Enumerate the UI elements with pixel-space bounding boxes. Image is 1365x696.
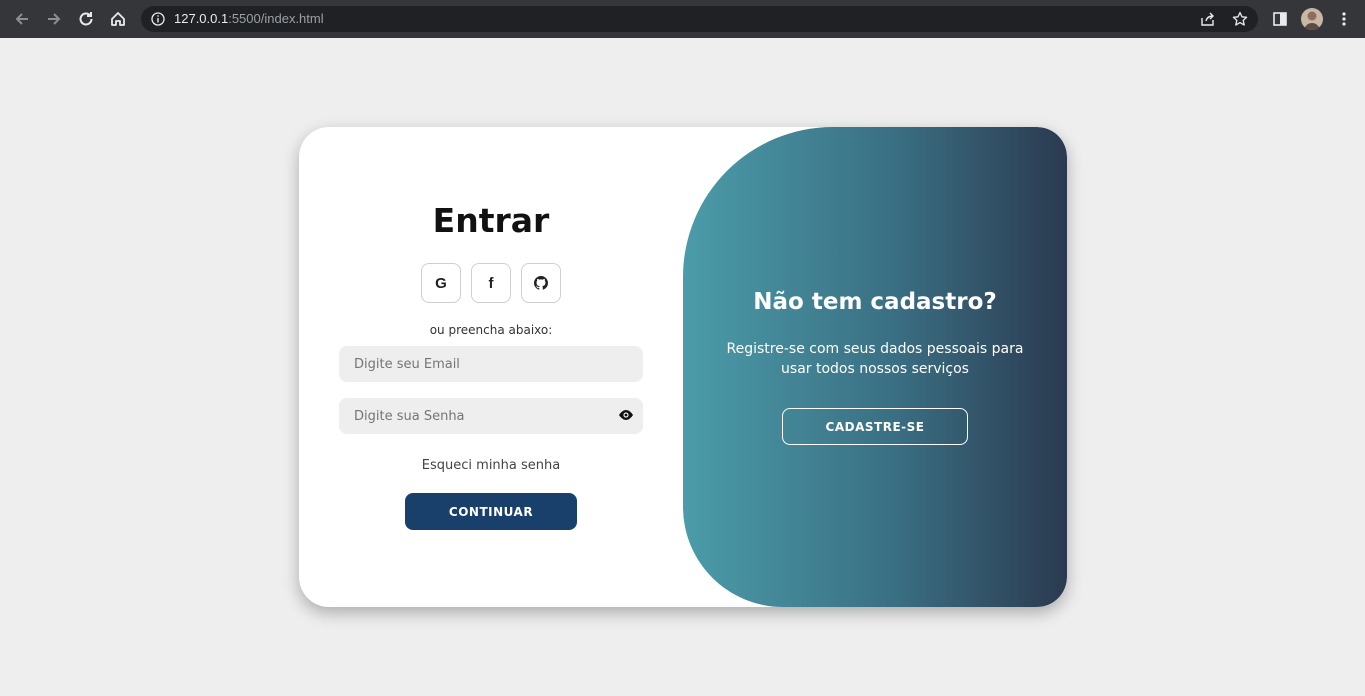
- signup-description: Registre-se com seus dados pessoais para…: [726, 341, 1024, 377]
- arrow-left-icon: [15, 13, 28, 25]
- github-icon: [534, 276, 548, 290]
- login-form: Entrar G f ou preencha abaixo: Esqueci m…: [299, 127, 683, 607]
- home-button[interactable]: [108, 9, 128, 29]
- url-path: :5500/index.html: [228, 11, 324, 26]
- profile-avatar[interactable]: [1301, 8, 1323, 30]
- menu-button[interactable]: [1334, 9, 1354, 29]
- share-icon[interactable]: [1200, 11, 1216, 27]
- more-vert-icon: [1342, 12, 1346, 26]
- info-icon: [151, 12, 165, 26]
- address-bar[interactable]: 127.0.0.1:5500/index.html: [141, 6, 1258, 32]
- person-icon: [1304, 11, 1320, 30]
- login-title: Entrar: [432, 201, 550, 240]
- or-fill-below-text: ou preencha abaixo:: [429, 323, 553, 337]
- password-field[interactable]: [339, 398, 643, 434]
- browser-toolbar: 127.0.0.1:5500/index.html: [0, 0, 1365, 38]
- side-panel-button[interactable]: [1270, 9, 1290, 29]
- facebook-login-button[interactable]: f: [471, 263, 511, 303]
- auth-card: Entrar G f ou preencha abaixo: Esqueci m…: [299, 127, 1067, 607]
- reload-button[interactable]: [76, 9, 96, 29]
- show-password-eye-icon[interactable]: [617, 408, 635, 422]
- email-field[interactable]: [339, 346, 643, 382]
- continue-button[interactable]: CONTINUAR: [405, 493, 577, 530]
- star-icon[interactable]: [1232, 11, 1248, 27]
- signup-button[interactable]: CADASTRE-SE: [782, 408, 968, 445]
- back-button[interactable]: [12, 9, 32, 29]
- signup-panel: Não tem cadastro? Registre-se com seus d…: [683, 127, 1067, 607]
- facebook-icon: f: [488, 274, 494, 292]
- side-panel-icon: [1273, 12, 1287, 26]
- home-icon: [111, 12, 125, 26]
- github-login-button[interactable]: [521, 263, 561, 303]
- google-login-button[interactable]: G: [421, 263, 461, 303]
- forgot-password-link[interactable]: Esqueci minha senha: [299, 458, 683, 473]
- url-text: 127.0.0.1:5500/index.html: [174, 6, 324, 32]
- forward-button[interactable]: [44, 9, 64, 29]
- signup-title: Não tem cadastro?: [753, 289, 997, 315]
- google-icon: G: [435, 274, 447, 292]
- reload-icon: [79, 12, 93, 26]
- url-host: 127.0.0.1: [174, 11, 229, 26]
- arrow-right-icon: [48, 13, 61, 25]
